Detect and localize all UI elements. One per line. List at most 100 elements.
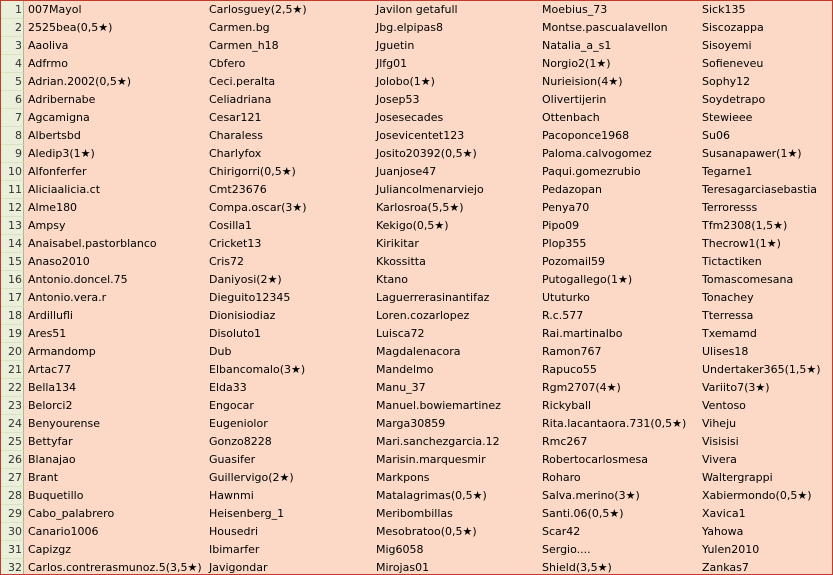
cell[interactable]: Aaoliva (25, 37, 206, 55)
cell[interactable]: Artac77 (25, 361, 206, 379)
row-number[interactable]: 13 (1, 217, 24, 235)
cell[interactable]: Teresagarciasebastia (699, 181, 832, 199)
cell[interactable]: Armandomp (25, 343, 206, 361)
cell[interactable]: Aledip3(1★) (25, 145, 206, 163)
cell[interactable]: Adfrmo (25, 55, 206, 73)
cell[interactable]: Jbg.elpipas8 (373, 19, 539, 37)
cell[interactable]: Anaisabel.pastorblanco (25, 235, 206, 253)
cell[interactable]: Guasifer (206, 451, 373, 469)
cell[interactable]: Waltergrappi (699, 469, 832, 487)
cell[interactable]: Cabo_palabrero (25, 505, 206, 523)
row-number[interactable]: 15 (1, 253, 24, 271)
cell[interactable]: Luisca72 (373, 325, 539, 343)
cell[interactable]: Rapuco55 (539, 361, 699, 379)
cell[interactable]: Scar42 (539, 523, 699, 541)
cell[interactable]: Cris72 (206, 253, 373, 271)
row-number[interactable]: 20 (1, 343, 24, 361)
cell[interactable]: Karlosroa(5,5★) (373, 199, 539, 217)
cell[interactable]: Matalagrimas(0,5★) (373, 487, 539, 505)
cell[interactable]: Sophy12 (699, 73, 832, 91)
cell[interactable]: R.c.577 (539, 307, 699, 325)
cell[interactable]: Carmen_h18 (206, 37, 373, 55)
cell[interactable]: Robertocarlosmesa (539, 451, 699, 469)
row-number[interactable]: 19 (1, 325, 24, 343)
cell[interactable]: Carlos.contrerasmunoz.5(3,5★) (25, 559, 206, 574)
cell[interactable]: Josevicentet123 (373, 127, 539, 145)
cell[interactable]: Compa.oscar(3★) (206, 199, 373, 217)
cell[interactable]: Celiadriana (206, 91, 373, 109)
cell[interactable]: Pipo09 (539, 217, 699, 235)
cell[interactable]: Josito20392(0,5★) (373, 145, 539, 163)
cell[interactable]: Canario1006 (25, 523, 206, 541)
cell[interactable]: Carmen.bg (206, 19, 373, 37)
cell[interactable]: Sergio.... (539, 541, 699, 559)
cell[interactable]: Dub (206, 343, 373, 361)
cell[interactable]: Tegarne1 (699, 163, 832, 181)
cell[interactable]: Magdalenacora (373, 343, 539, 361)
cell[interactable]: Charaless (206, 127, 373, 145)
cell[interactable]: Marga30859 (373, 415, 539, 433)
cell[interactable]: Josesecades (373, 109, 539, 127)
cell[interactable]: Ardillufli (25, 307, 206, 325)
cell[interactable]: Charlyfox (206, 145, 373, 163)
cell[interactable]: Ares51 (25, 325, 206, 343)
cell[interactable]: Gonzo8228 (206, 433, 373, 451)
row-number[interactable]: 6 (1, 91, 24, 109)
cell[interactable]: Vivera (699, 451, 832, 469)
cell[interactable]: Mirojas01 (373, 559, 539, 574)
cell[interactable]: Javigondar (206, 559, 373, 574)
cell[interactable]: Antonio.vera.r (25, 289, 206, 307)
cell[interactable]: Guillervigo(2★) (206, 469, 373, 487)
cell[interactable]: Blanajao (25, 451, 206, 469)
row-number[interactable]: 9 (1, 145, 24, 163)
cell[interactable]: Hawnmi (206, 487, 373, 505)
row-number[interactable]: 16 (1, 271, 24, 289)
cell[interactable]: Dionisiodiaz (206, 307, 373, 325)
row-number[interactable]: 22 (1, 379, 24, 397)
cell[interactable]: Xavica1 (699, 505, 832, 523)
cell[interactable]: Penya70 (539, 199, 699, 217)
cell[interactable]: Alme180 (25, 199, 206, 217)
cell[interactable]: Tfm2308(1,5★) (699, 217, 832, 235)
cell[interactable]: Yahowa (699, 523, 832, 541)
cell[interactable]: Antonio.doncel.75 (25, 271, 206, 289)
cell[interactable]: Jguetin (373, 37, 539, 55)
cell[interactable]: Pacoponce1968 (539, 127, 699, 145)
cell[interactable]: Pozomail59 (539, 253, 699, 271)
cell[interactable]: Daniyosi(2★) (206, 271, 373, 289)
cell[interactable]: Kirikitar (373, 235, 539, 253)
cell[interactable]: Juliancolmenarviejo (373, 181, 539, 199)
cell[interactable]: Agcamigna (25, 109, 206, 127)
row-number[interactable]: 14 (1, 235, 24, 253)
cell[interactable]: Ampsy (25, 217, 206, 235)
cell[interactable]: Su06 (699, 127, 832, 145)
cell[interactable]: Pedazopan (539, 181, 699, 199)
row-number[interactable]: 26 (1, 451, 24, 469)
cell[interactable]: Viheju (699, 415, 832, 433)
cell[interactable]: Cosilla1 (206, 217, 373, 235)
row-number[interactable]: 25 (1, 433, 24, 451)
cell[interactable]: Jolobo(1★) (373, 73, 539, 91)
cell[interactable]: Eugeniolor (206, 415, 373, 433)
cell[interactable]: Marisin.marquesmir (373, 451, 539, 469)
cell[interactable]: Bella134 (25, 379, 206, 397)
row-number[interactable]: 1 (1, 1, 24, 19)
cell[interactable]: Jlfg01 (373, 55, 539, 73)
cell[interactable]: Variito7(3★) (699, 379, 832, 397)
row-number[interactable]: 29 (1, 505, 24, 523)
row-number[interactable]: 28 (1, 487, 24, 505)
cell[interactable]: Engocar (206, 397, 373, 415)
cell[interactable]: Belorci2 (25, 397, 206, 415)
cell[interactable]: Mari.sanchezgarcia.12 (373, 433, 539, 451)
cell[interactable]: Elda33 (206, 379, 373, 397)
cell[interactable]: Rai.martinalbo (539, 325, 699, 343)
cell[interactable]: Yulen2010 (699, 541, 832, 559)
cell[interactable]: 2525bea(0,5★) (25, 19, 206, 37)
cell[interactable]: Adribernabe (25, 91, 206, 109)
cell[interactable]: Loren.cozarlopez (373, 307, 539, 325)
cell[interactable]: Housedri (206, 523, 373, 541)
cell[interactable]: Rgm2707(4★) (539, 379, 699, 397)
cell[interactable]: Aliciaalicia.ct (25, 181, 206, 199)
cell[interactable]: Juanjose47 (373, 163, 539, 181)
row-number[interactable]: 4 (1, 55, 24, 73)
